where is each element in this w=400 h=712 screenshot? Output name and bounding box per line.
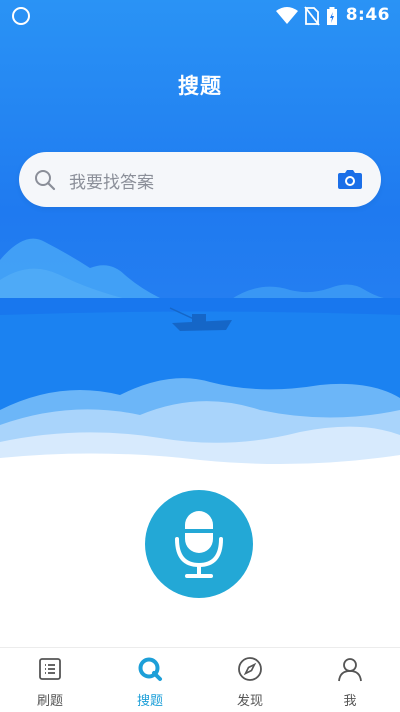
no-sim-icon [304,6,320,26]
user-icon [338,658,362,682]
search-placeholder: 我要找答案 [69,173,154,193]
tab-me[interactable]: 我 [300,648,400,712]
tab-label: 刷题 [36,694,63,709]
status-icons [276,6,338,26]
microphone-icon [175,511,223,578]
bottom-tab-bar: 刷题 搜题 发现 我 [0,647,400,712]
sync-icon [12,7,30,25]
status-time: 8:46 [345,5,390,25]
battery-charging-icon [327,7,337,25]
tab-faxian[interactable]: 发现 [200,648,300,712]
tab-soti[interactable]: 搜题 [100,648,200,712]
tab-label: 发现 [236,694,263,709]
camera-icon[interactable] [337,167,363,191]
lake-scenery-illustration [0,238,400,470]
status-bar: 8:46 [0,0,400,32]
list-icon [39,658,61,680]
tab-label: 搜题 [136,694,163,709]
voice-search-button[interactable] [145,490,253,598]
tab-label: 我 [343,694,357,709]
search-tab-icon [138,657,162,681]
wifi-icon [276,7,298,24]
page-title: 搜题 [178,74,222,98]
search-icon [35,170,56,191]
tab-shuati[interactable]: 刷题 [0,648,100,712]
search-input[interactable]: 我要找答案 [19,152,381,207]
compass-icon [238,657,262,681]
